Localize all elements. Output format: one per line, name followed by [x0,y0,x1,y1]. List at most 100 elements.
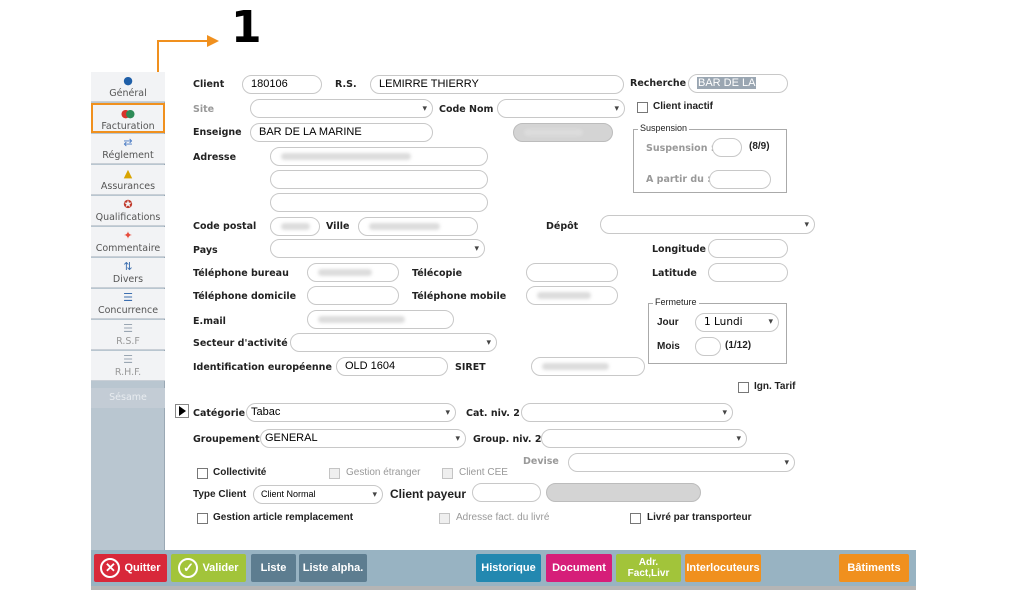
longitude-input[interactable] [708,239,788,258]
validate-button-label: Valider [202,562,239,574]
billing-icon: ●● [120,107,136,120]
annotation-arrow-icon [207,35,219,47]
groupement-select[interactable]: GENERAL [260,429,466,448]
sidebar-item-qualifications[interactable]: ✪ Qualifications [91,196,165,226]
rs-input[interactable]: LEMIRRE THIERRY [370,75,624,94]
group-niv2-select[interactable] [541,429,747,448]
pays-label: Pays [193,245,218,256]
list-alpha-button[interactable]: Liste alpha. [299,554,367,582]
site-select[interactable] [250,99,433,118]
validate-button[interactable]: ✓ Valider [171,554,246,582]
siret-input[interactable] [531,357,645,376]
livre-transporteur-label: Livré par transporteur [647,512,752,523]
adresse-line2-input[interactable] [270,170,488,189]
recherche-value: BAR DE LA [697,77,757,89]
address-billing-button[interactable]: Adr. Fact,Livr [616,554,681,582]
gestion-article-checkbox[interactable] [197,513,208,524]
sidebar-item-assurances[interactable]: ▲ Assurances [91,165,165,195]
annotation-number: 1 [231,2,262,53]
email-input[interactable] [307,310,454,329]
mois-input[interactable] [695,337,721,356]
collectivite-checkbox[interactable] [197,468,208,479]
mois-label: Mois [657,341,680,352]
latitude-label: Latitude [652,268,697,279]
a-partir-label: A partir du : [646,174,712,185]
telecopie-input[interactable] [526,263,618,282]
categorie-select[interactable]: Tabac [246,403,456,422]
ign-tarif-checkbox[interactable] [738,382,749,393]
tel-domicile-input[interactable] [307,286,399,305]
client-inactif-checkbox[interactable] [637,102,648,113]
client-cee-checkbox[interactable] [442,468,453,479]
bank-icon: ▲ [123,167,133,180]
longitude-label: Longitude [652,244,706,255]
sidebar-item-concurrence[interactable]: ☰ Concurrence [91,289,165,319]
sidebar-item-label: R.H.F. [114,367,142,378]
sidebar-item-label: Réglement [102,150,154,161]
fermeture-group-title: Fermeture [653,297,699,307]
recherche-input[interactable]: BAR DE LA [688,74,788,93]
address-billing-line1: Adr. [638,557,659,568]
tel-bureau-label: Téléphone bureau [193,268,289,279]
suspension-input[interactable] [712,138,742,157]
suspension-label: Suspension : [646,143,715,154]
depot-select[interactable] [600,215,815,234]
history-button[interactable]: Historique [476,554,541,582]
pays-select[interactable] [270,239,485,258]
devise-select[interactable] [568,453,795,472]
annotation-line [157,40,209,42]
cat-niv2-label: Cat. niv. 2 [466,408,520,419]
code-postal-input[interactable] [270,217,320,236]
competition-icon: ☰ [123,291,133,304]
sidebar-item-rsf[interactable]: ☰ R.S.F [91,320,165,350]
code-nom-select[interactable] [497,99,625,118]
misc-icon: ⇅ [123,260,133,273]
quit-button-label: Quitter [124,562,161,574]
sidebar-item-commentaire[interactable]: ✦ Commentaire [91,227,165,257]
email-label: E.mail [193,316,226,327]
sidebar-item-facturation[interactable]: ●● Facturation [91,103,165,133]
gestion-etranger-checkbox[interactable] [329,468,340,479]
jour-select[interactable]: 1 Lundi [695,313,779,332]
depot-label: Dépôt [546,221,579,232]
contacts-button[interactable]: Interlocuteurs [685,554,761,582]
ident-input[interactable]: OLD 1604 [336,357,448,376]
livre-transporteur-checkbox[interactable] [630,513,641,524]
group-niv2-label: Group. niv. 2 [473,434,542,445]
list-button[interactable]: Liste [251,554,296,582]
action-bar: ✕ Quitter ✓ Valider Liste Liste alpha. His… [91,550,916,586]
sidebar-item-divers[interactable]: ⇅ Divers [91,258,165,288]
client-payeur-label: Client payeur [390,487,467,501]
client-input[interactable]: 180106 [242,75,322,94]
latitude-input[interactable] [708,263,788,282]
client-payeur-input[interactable] [472,483,541,502]
siren-input[interactable] [513,123,613,142]
sidebar-item-rhf[interactable]: ☰ R.H.F. [91,351,165,381]
secteur-select[interactable] [290,333,497,352]
adresse-fact-checkbox[interactable] [439,513,450,524]
adresse-line1-input[interactable] [270,147,488,166]
enseigne-label: Enseigne [193,127,242,138]
adresse-fact-label: Adresse fact. du livré [456,512,550,523]
enseigne-input[interactable]: BAR DE LA MARINE [250,123,433,142]
tel-mobile-input[interactable] [526,286,618,305]
pin-icon: ✦ [123,229,133,242]
client-window: ● Général ●● Facturation ⇄ Réglement ▲ A… [91,72,916,590]
document-button[interactable]: Document [546,554,612,582]
ville-input[interactable] [358,217,478,236]
quit-button[interactable]: ✕ Quitter [94,554,167,582]
sidebar-item-sesame[interactable]: Sésame [91,388,165,408]
sidebar-item-general[interactable]: ● Général [91,72,165,102]
expand-arrow-icon[interactable] [175,404,189,418]
gestion-article-label: Gestion article remplacement [213,512,354,523]
categorie-label: Catégorie [193,408,246,419]
sidebar-item-reglement[interactable]: ⇄ Réglement [91,134,165,164]
a-partir-input[interactable] [709,170,771,189]
sidebar: ● Général ●● Facturation ⇄ Réglement ▲ A… [91,72,165,550]
cat-niv2-select[interactable] [521,403,733,422]
mois-count: (1/12) [725,340,752,351]
adresse-line3-input[interactable] [270,193,488,212]
buildings-button[interactable]: Bâtiments [839,554,909,582]
type-client-select[interactable]: Client Normal [253,485,383,504]
tel-bureau-input[interactable] [307,263,399,282]
